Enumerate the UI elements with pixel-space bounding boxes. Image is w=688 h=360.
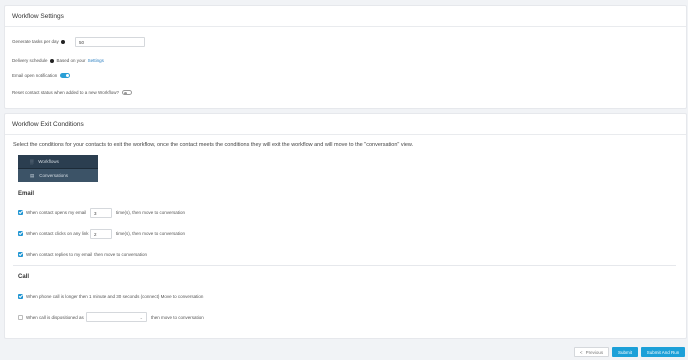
exit-title: Workflow Exit Conditions <box>5 114 686 135</box>
opens-count-input[interactable]: 3 <box>90 208 112 218</box>
replies-suffix: then move to conversation <box>94 252 148 257</box>
chevron-left-icon: < <box>579 349 583 355</box>
clicks-checkbox[interactable] <box>18 231 23 236</box>
clicks-label: When contact clicks on any link <box>26 231 89 236</box>
exit-conditions-card: Workflow Exit Conditions Select the cond… <box>4 113 687 339</box>
opens-checkbox[interactable] <box>18 210 23 215</box>
replies-checkbox[interactable] <box>18 252 23 257</box>
disposition-checkbox[interactable] <box>18 315 23 320</box>
opens-condition: When contact opens my email <box>18 210 86 215</box>
reset-status-toggle[interactable] <box>121 90 132 95</box>
call-section-title: Call <box>18 274 30 280</box>
replies-label: When contact replies to my email <box>26 252 93 257</box>
clicks-condition: When contact clicks on any link <box>18 231 89 236</box>
disposition-suffix: then move to conversation <box>151 315 204 320</box>
email-open-label: Email open notification <box>12 73 58 78</box>
email-open-row: Email open notification <box>12 73 71 78</box>
info-icon[interactable] <box>49 58 54 63</box>
submit-and-run-button[interactable]: Submit And Run <box>641 347 685 357</box>
disposition-label: When call is dispositioned as <box>26 315 84 320</box>
workflow-settings-card: Workflow Settings Generate tasks per day… <box>4 5 687 109</box>
replies-condition: When contact replies to my email then mo… <box>18 252 147 257</box>
chat-icon: ▤ <box>30 172 35 178</box>
phone-checkbox[interactable] <box>18 294 23 299</box>
delivery-prefix: Based on your <box>56 58 86 63</box>
email-open-toggle[interactable] <box>60 73 71 78</box>
disposition-condition: When call is dispositioned as <box>18 315 84 320</box>
delivery-label: Delivery schedule <box>12 58 48 63</box>
chart-icon: ░ <box>30 159 34 164</box>
generate-tasks-input[interactable]: 50 <box>75 37 145 47</box>
toggle-knob <box>66 74 70 77</box>
info-icon[interactable] <box>60 39 65 44</box>
exit-description: Select the conditions for your contacts … <box>13 142 414 148</box>
reset-row: Reset contact status when added to a new… <box>12 90 132 95</box>
previous-button[interactable]: < Previous <box>574 347 609 357</box>
clicks-suffix: time(s), then move to conversation <box>116 231 186 236</box>
clicks-count-input[interactable]: 2 <box>90 229 112 239</box>
nav-item-workflows[interactable]: ░ Workflows <box>18 155 98 168</box>
nav-item-label: Conversations <box>39 173 69 178</box>
delivery-row: Delivery schedule Based on your Settings <box>12 58 104 63</box>
phone-condition: When phone call is longer then 1 minute … <box>18 294 203 299</box>
nav-preview: ░ Workflows ▤ Conversations <box>18 155 98 182</box>
settings-link[interactable]: Settings <box>88 58 104 63</box>
disposition-select[interactable]: ⌄ <box>86 312 147 322</box>
submit-button[interactable]: Submit <box>612 347 638 357</box>
nav-item-label: Workflows <box>38 159 59 164</box>
toggle-knob <box>123 91 127 95</box>
generate-row: Generate tasks per day <box>12 39 65 44</box>
chevron-down-icon: ⌄ <box>139 314 143 320</box>
email-section-title: Email <box>18 191 35 197</box>
nav-item-conversations[interactable]: ▤ Conversations <box>18 168 98 182</box>
reset-label: Reset contact status when added to a new… <box>12 90 119 95</box>
opens-label: When contact opens my email <box>26 210 87 215</box>
generate-label: Generate tasks per day <box>12 39 59 44</box>
settings-title: Workflow Settings <box>5 6 686 27</box>
previous-label: Previous <box>585 349 604 355</box>
phone-label: When phone call is longer then 1 minute … <box>26 294 204 299</box>
opens-suffix: time(s), then move to conversation <box>116 210 186 215</box>
section-divider <box>13 265 676 266</box>
